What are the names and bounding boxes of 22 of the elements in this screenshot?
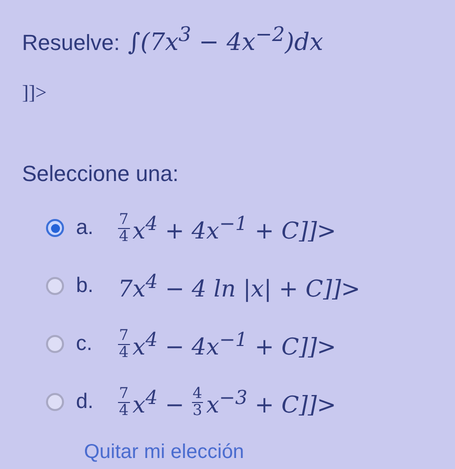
math-expression: x$^{4}$ − (132, 386, 186, 418)
fraction: 7 4 (118, 328, 130, 360)
option-letter: d. (76, 390, 95, 414)
math-expression: x$^{4}$ + 4x$^{−1}$ + C]]> (132, 212, 336, 244)
math-expression: x$^{−3}$ + C]]> (206, 386, 336, 418)
integral-expression: ∫(7x$^{3}$ − 4x$^{−2}$)dx (128, 22, 324, 56)
radio-button[interactable] (46, 277, 64, 295)
fraction: 4 3 (192, 386, 204, 418)
fraction: 7 4 (118, 212, 130, 244)
prompt-text: Seleccione una: (22, 161, 180, 187)
radio-button[interactable] (46, 219, 64, 237)
question-label: Resuelve: (22, 30, 120, 56)
markup-text: ]]> (22, 82, 48, 105)
option-letter: b. (76, 274, 95, 298)
math-expression: 7x$^{4}$ − 4 ln |x| + C]]> (118, 270, 360, 302)
math-expression: x$^{4}$ − 4x$^{−1}$ + C]]> (132, 328, 336, 360)
option-letter: c. (76, 332, 94, 356)
fraction: 7 4 (118, 386, 130, 418)
clear-choice-link[interactable]: Quitar mi elección (84, 441, 455, 464)
radio-button[interactable] (46, 335, 64, 353)
option-letter: a. (76, 216, 95, 240)
radio-button[interactable] (46, 393, 64, 411)
